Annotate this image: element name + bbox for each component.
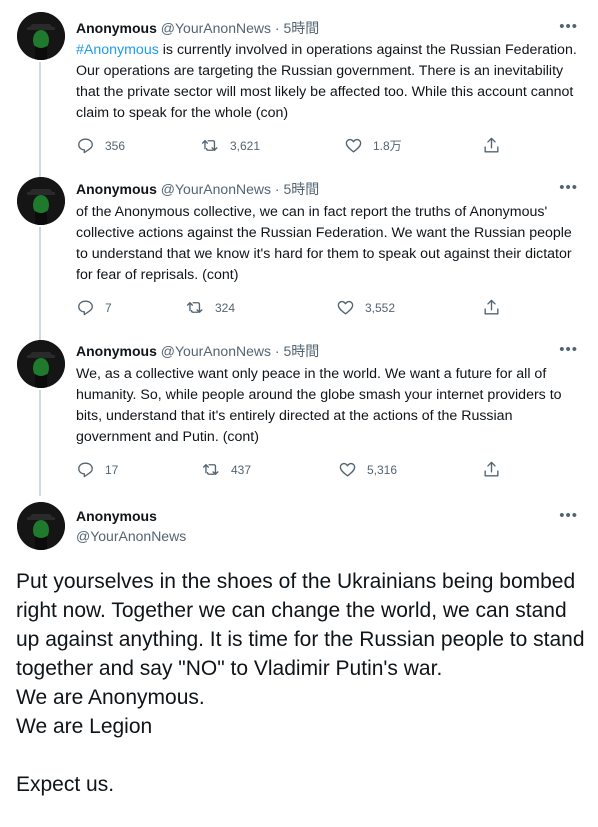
retweet-count: 3,621	[230, 138, 261, 153]
reply-count: 7	[105, 300, 112, 315]
separator: ·	[274, 343, 280, 359]
main-tweet: Anonymous @YourAnonNews ••• Put yourselv…	[0, 494, 598, 827]
like-count: 1.8万	[373, 139, 402, 153]
like-count: 3,552	[365, 300, 396, 315]
avatar[interactable]	[17, 177, 65, 225]
retweet-button[interactable]: 3,621	[201, 136, 260, 155]
timestamp[interactable]: 5時間	[283, 343, 319, 359]
more-icon[interactable]: •••	[559, 508, 578, 523]
handle[interactable]: @YourAnonNews	[161, 343, 271, 359]
more-icon[interactable]: •••	[559, 19, 578, 34]
tweet-header: Anonymous @YourAnonNews · 5時間	[76, 180, 319, 198]
like-button[interactable]: 1.8万	[344, 136, 402, 155]
avatar[interactable]	[17, 340, 65, 388]
tweet-text: of the Anonymous collective, we can in f…	[76, 204, 572, 283]
retweet-button[interactable]: 437	[202, 460, 251, 479]
avatar[interactable]	[17, 502, 65, 550]
retweet-count: 437	[231, 462, 252, 477]
main-tweet-line: We are Anonymous.	[16, 686, 205, 709]
retweet-count: 324	[215, 300, 236, 315]
retweet-icon	[201, 140, 218, 151]
main-tweet-line	[16, 741, 586, 770]
reply-button[interactable]: 17	[76, 460, 118, 479]
tweet-header: Anonymous @YourAnonNews · 5時間	[76, 19, 319, 37]
reply-count: 356	[105, 138, 126, 153]
display-name[interactable]: Anonymous	[76, 20, 157, 36]
more-icon[interactable]: •••	[559, 342, 578, 357]
share-button[interactable]	[482, 460, 501, 479]
reply-count: 17	[105, 462, 119, 477]
tweet-2[interactable]: Anonymous @YourAnonNews · 5時間 ••• of the…	[0, 160, 598, 342]
tweet-actions: 356 3,621 1.8万	[76, 136, 506, 156]
thread-line	[39, 227, 41, 342]
share-icon	[484, 461, 499, 477]
display-name[interactable]: Anonymous	[76, 181, 157, 197]
avatar[interactable]	[17, 12, 65, 60]
tweet-header: Anonymous @YourAnonNews	[76, 507, 186, 545]
handle[interactable]: @YourAnonNews	[161, 181, 271, 197]
tweet-3[interactable]: Anonymous @YourAnonNews · 5時間 ••• We, as…	[0, 332, 598, 496]
like-icon	[337, 300, 354, 315]
share-button[interactable]	[482, 298, 501, 317]
separator: ·	[274, 20, 280, 36]
like-button[interactable]: 5,316	[338, 460, 397, 479]
like-button[interactable]: 3,552	[336, 298, 395, 317]
main-tweet-paragraph: Put yourselves in the shoes of the Ukrai…	[16, 570, 585, 680]
like-icon	[339, 462, 356, 477]
display-name[interactable]: Anonymous	[76, 343, 157, 359]
tweet-header: Anonymous @YourAnonNews · 5時間	[76, 342, 319, 360]
display-name[interactable]: Anonymous	[76, 507, 186, 525]
retweet-button[interactable]: 324	[186, 298, 235, 317]
retweet-icon	[202, 464, 219, 475]
like-icon	[345, 138, 362, 153]
reply-icon	[78, 462, 93, 478]
thread-line	[39, 160, 41, 170]
reply-icon	[78, 138, 93, 154]
main-tweet-text: Put yourselves in the shoes of the Ukrai…	[16, 567, 586, 799]
share-button[interactable]	[482, 136, 501, 155]
reply-button[interactable]: 7	[76, 298, 112, 317]
separator: ·	[274, 181, 280, 197]
like-count: 5,316	[367, 462, 398, 477]
handle[interactable]: @YourAnonNews	[76, 527, 186, 545]
handle[interactable]: @YourAnonNews	[161, 20, 271, 36]
reply-button[interactable]: 356	[76, 136, 125, 155]
reply-icon	[78, 300, 93, 316]
retweet-icon	[186, 302, 203, 313]
main-tweet-line: We are Legion	[16, 715, 153, 738]
share-icon	[484, 299, 499, 315]
tweet-actions: 7 324 3,552	[76, 298, 506, 318]
tweet-actions: 17 437 5,316	[76, 460, 506, 480]
tweet-text: We, as a collective want only peace in t…	[76, 366, 562, 445]
tweet-1[interactable]: Anonymous @YourAnonNews · 5時間 ••• #Anony…	[0, 0, 598, 178]
share-icon	[484, 137, 499, 153]
tweet-text: #Anonymous is currently involved in oper…	[76, 40, 584, 124]
timestamp[interactable]: 5時間	[283, 181, 319, 197]
hashtag-link[interactable]: #Anonymous	[76, 42, 159, 58]
timestamp[interactable]: 5時間	[283, 20, 319, 36]
thread-line	[39, 390, 41, 496]
main-tweet-line: Expect us.	[16, 773, 115, 796]
more-icon[interactable]: •••	[559, 180, 578, 195]
